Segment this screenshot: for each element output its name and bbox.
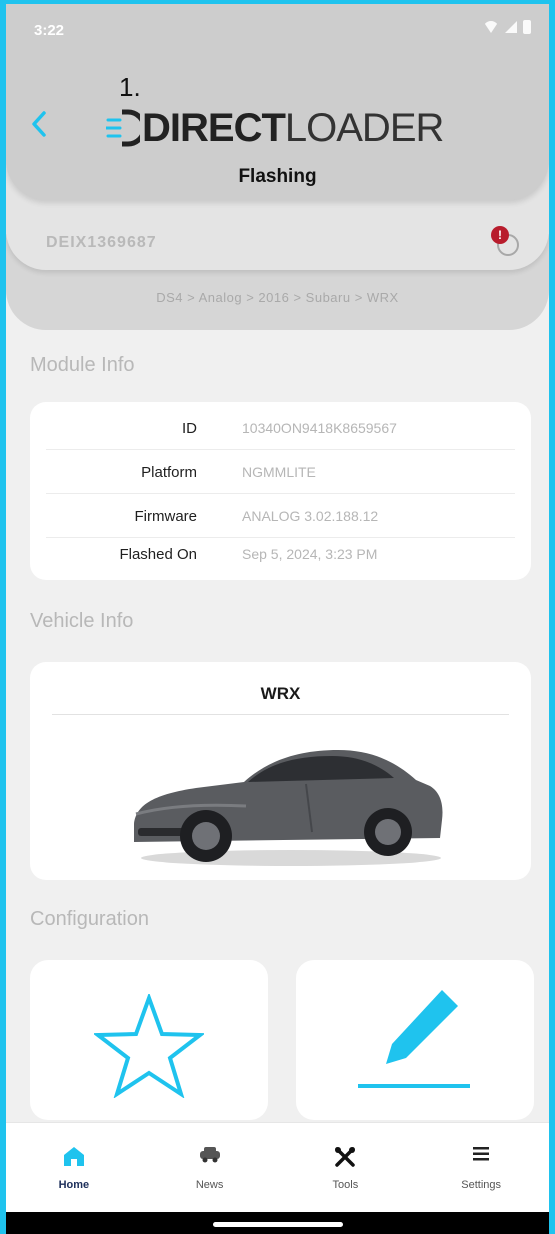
module-info-heading: Module Info [30, 354, 135, 376]
vehicle-info-card[interactable]: WRX [30, 662, 531, 880]
nav-label: Home [58, 1179, 90, 1191]
info-row-flashed-on: Flashed On Sep 5, 2024, 3:23 PM [46, 532, 515, 576]
signal-icon [505, 21, 517, 33]
alert-badge: ! [491, 226, 509, 244]
info-label: Firmware [134, 508, 198, 525]
divider [52, 714, 509, 715]
info-label: ID [182, 420, 197, 437]
chevron-left-icon [32, 111, 46, 137]
news-icon [199, 1147, 220, 1163]
star-icon [94, 994, 204, 1098]
app-logo: DIRECT LOADER [106, 104, 444, 152]
home-icon [63, 1147, 84, 1166]
info-row-id: ID 10340ON9418K8659567 [46, 406, 515, 450]
pencil-icon [358, 990, 470, 1088]
settings-icon [473, 1147, 490, 1161]
home-indicator[interactable] [212, 1222, 343, 1227]
logo-mark-icon [106, 109, 140, 147]
config-card-favorites[interactable] [30, 960, 268, 1120]
nav-item-home[interactable]: Home [6, 1123, 142, 1212]
nav-item-tools[interactable]: Tools [278, 1123, 414, 1212]
module-info-card: ID 10340ON9418K8659567 Platform NGMMLITE… [30, 402, 531, 580]
tools-icon [335, 1147, 356, 1167]
nav-label: News [195, 1179, 224, 1191]
back-button[interactable] [24, 104, 54, 144]
battery-icon [523, 20, 531, 34]
nav-label: Tools [332, 1179, 359, 1191]
wifi-icon [483, 21, 499, 33]
vehicle-model: WRX [260, 684, 301, 703]
logo-text-light: LOADER [284, 105, 444, 150]
status-time: 3:22 [34, 22, 65, 39]
nav-item-settings[interactable]: Settings [413, 1123, 549, 1212]
step-label: 1. [119, 72, 141, 102]
config-card-edit[interactable] [296, 960, 534, 1120]
device-id: DEIX1369687 [46, 234, 157, 251]
info-label: Platform [141, 464, 197, 481]
info-value: Sep 5, 2024, 3:23 PM [242, 546, 378, 562]
vehicle-info-heading: Vehicle Info [30, 610, 134, 632]
system-nav-bar [6, 1212, 549, 1234]
info-value: ANALOG 3.02.188.12 [242, 508, 379, 524]
app-frame: DS4 > Analog > 2016 > Subaru > WRX DEIX1… [0, 0, 555, 1234]
status-bar: 3:22 [6, 4, 549, 56]
configuration-heading: Configuration [30, 908, 149, 930]
info-label: Flashed On [119, 546, 197, 563]
car-image [134, 750, 443, 866]
nav-item-news[interactable]: News [142, 1123, 278, 1212]
nav-label: Settings [461, 1179, 501, 1191]
breadcrumb[interactable]: DS4 > Analog > 2016 > Subaru > WRX [6, 290, 549, 305]
info-value: 10340ON9418K8659567 [242, 420, 397, 436]
device-status-button[interactable]: ! [491, 226, 523, 258]
info-value: NGMMLITE [242, 464, 316, 480]
page-title: Flashing [238, 166, 317, 187]
system-icons [483, 20, 531, 34]
logo-text-bold: DIRECT [142, 105, 286, 150]
info-row-platform: Platform NGMMLITE [46, 450, 515, 494]
bottom-nav: Home News Tools Settings [6, 1122, 549, 1212]
header: 3:22 1. DIRECT LOADER Flashing [6, 4, 549, 200]
